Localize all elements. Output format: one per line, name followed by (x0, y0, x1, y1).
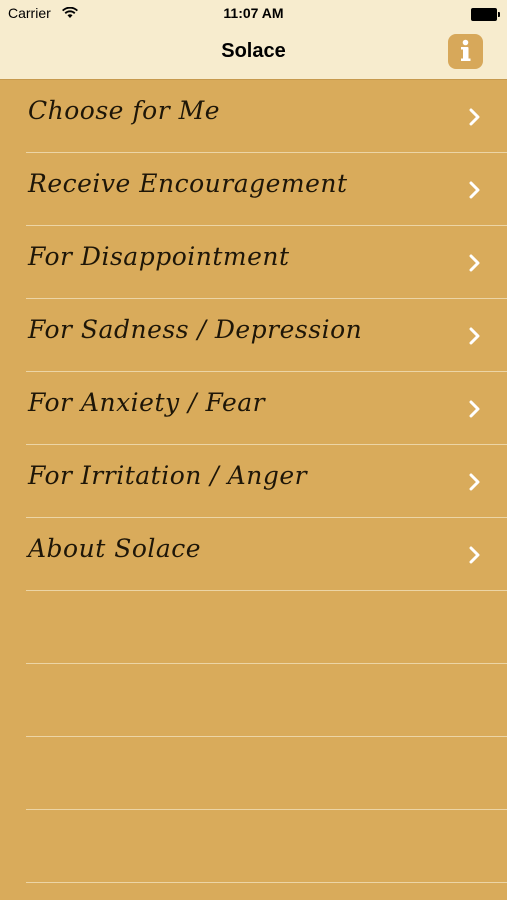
divider (26, 882, 507, 883)
chevron-right-icon (469, 108, 481, 131)
page-title: Solace (221, 40, 286, 62)
menu-item-for-irritation-anger[interactable]: For Irritation / Anger (0, 445, 507, 518)
menu-item-label: For Sadness / Depression (28, 315, 363, 344)
chevron-right-icon (469, 181, 481, 204)
chevron-right-icon (469, 327, 481, 350)
info-icon (461, 39, 471, 61)
menu-list: Choose for Me Receive Encouragement For … (0, 80, 507, 883)
menu-item-for-disappointment[interactable]: For Disappointment (0, 226, 507, 299)
clock: 11:07 AM (223, 5, 284, 21)
chevron-right-icon (469, 473, 481, 496)
menu-item-label: For Anxiety / Fear (28, 388, 266, 417)
navigation-bar: Carrier 11:07 AM Solace (0, 0, 507, 80)
empty-row (0, 810, 507, 883)
menu-item-label: About Solace (28, 534, 202, 563)
chevron-right-icon (469, 546, 481, 569)
empty-row (0, 591, 507, 664)
empty-row (0, 664, 507, 737)
empty-row (0, 737, 507, 810)
battery-icon (471, 8, 500, 21)
menu-item-label: Choose for Me (28, 96, 220, 125)
chevron-right-icon (469, 254, 481, 277)
menu-item-about-solace[interactable]: About Solace (0, 518, 507, 591)
menu-item-for-sadness-depression[interactable]: For Sadness / Depression (0, 299, 507, 372)
status-bar: Carrier 11:07 AM (0, 0, 507, 28)
menu-item-receive-encouragement[interactable]: Receive Encouragement (0, 153, 507, 226)
chevron-right-icon (469, 400, 481, 423)
menu-item-choose-for-me[interactable]: Choose for Me (0, 80, 507, 153)
menu-item-for-anxiety-fear[interactable]: For Anxiety / Fear (0, 372, 507, 445)
menu-item-label: For Irritation / Anger (28, 461, 308, 490)
info-button[interactable] (448, 34, 483, 69)
menu-item-label: Receive Encouragement (28, 169, 348, 198)
menu-item-label: For Disappointment (28, 242, 290, 271)
